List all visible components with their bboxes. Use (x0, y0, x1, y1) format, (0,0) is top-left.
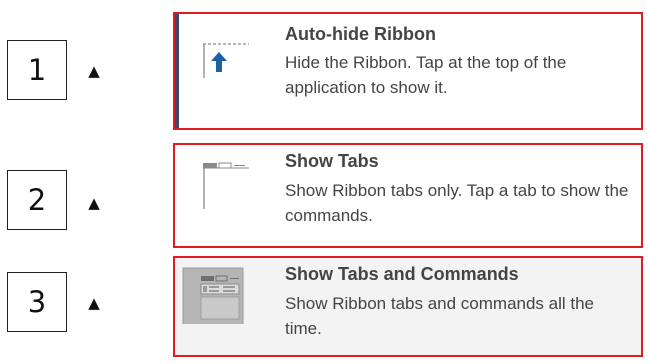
option-show-tabs[interactable]: Show Tabs Show Ribbon tabs only. Tap a t… (173, 143, 643, 248)
option-description: Hide the Ribbon. Tap at the top of the a… (285, 53, 567, 97)
step-number-box-2: 2 (7, 170, 67, 230)
option-show-tabs-and-commands[interactable]: Show Tabs and Commands Show Ribbon tabs … (173, 256, 643, 357)
selection-indicator (175, 14, 179, 128)
auto-hide-ribbon-icon (203, 43, 249, 78)
step-arrow-2: ▲ (88, 194, 100, 212)
step-number-box-1: 1 (7, 40, 67, 100)
option-description: Show Ribbon tabs and commands all the ti… (285, 294, 595, 338)
option-title: Show Tabs and Commands (285, 264, 519, 284)
step-arrow-3: ▲ (88, 294, 100, 312)
option-title: Auto-hide Ribbon (285, 24, 436, 44)
option-title: Show Tabs (285, 151, 379, 171)
show-tabs-icon (203, 162, 249, 209)
step-arrow-1: ▲ (88, 62, 100, 80)
step-number-box-3: 3 (7, 272, 67, 332)
option-description: Show Ribbon tabs only. Tap a tab to show… (285, 181, 629, 225)
option-auto-hide-ribbon[interactable]: Auto-hide Ribbon Hide the Ribbon. Tap at… (173, 12, 643, 130)
show-tabs-and-commands-icon (182, 267, 244, 324)
